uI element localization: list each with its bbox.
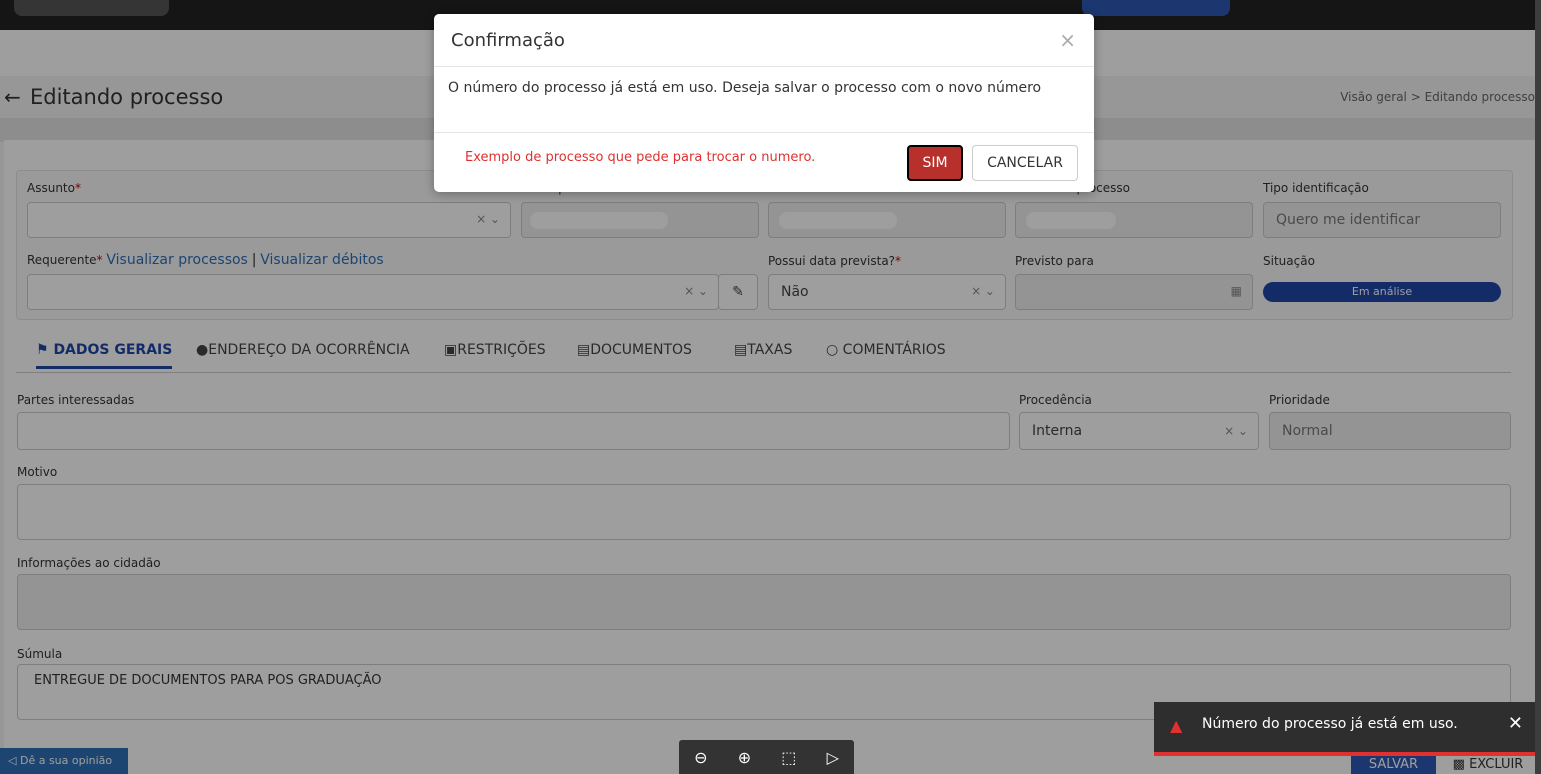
previsto-para-field: ▦ [1015, 274, 1253, 310]
feedback-button[interactable]: ◁ Dê a sua opinião [0, 748, 128, 774]
document-icon: ▤ [577, 342, 591, 358]
tab-restricoes[interactable]: ▣RESTRIÇÕES [444, 342, 546, 358]
user-menu-pill[interactable] [1082, 0, 1230, 16]
clear-chevron-icon[interactable]: × ⌄ [971, 284, 995, 298]
visualizar-debitos-link[interactable]: Visualizar débitos [260, 252, 383, 268]
situacao-label: Situação [1263, 254, 1315, 268]
requerente-label: Requerente* Visualizar processos | Visua… [27, 252, 384, 268]
data-prevista-value: Não [781, 284, 809, 300]
info-cidadao-textarea[interactable] [17, 574, 1511, 630]
zoom-toolbar: ⊖ ⊕ ⬚ ▷ [679, 740, 854, 774]
lock-icon: ▣ [444, 342, 458, 358]
edit-requerente-button[interactable]: ✎ [718, 274, 758, 310]
tab-comentarios[interactable]: ○ COMENTÁRIOS [826, 342, 946, 358]
warning-icon: ▲ [1170, 716, 1183, 735]
fit-screen-icon[interactable]: ⬚ [781, 748, 796, 767]
tipo-identificacao-field: Quero me identificar [1263, 202, 1501, 238]
prioridade-field: Normal [1269, 412, 1511, 450]
motivo-textarea[interactable] [17, 484, 1511, 540]
modal-message: O número do processo já está em uso. Des… [448, 80, 1042, 96]
tab-dados-gerais[interactable]: ⚑ DADOS GERAIS [36, 342, 173, 369]
classe-processo-field [1015, 202, 1253, 238]
tipo-identificacao-value: Quero me identificar [1276, 212, 1421, 228]
page-scrollbar[interactable] [1535, 0, 1541, 774]
redacted-value [779, 212, 897, 229]
page-title: Editando processo [30, 85, 224, 109]
save-button[interactable]: SALVAR [1351, 755, 1436, 774]
modal-title: Confirmação [451, 30, 565, 51]
cancel-button[interactable]: CANCELAR [972, 145, 1078, 181]
redacted-value [1026, 212, 1116, 229]
procedencia-select[interactable]: Interna × ⌄ [1019, 412, 1259, 450]
divider [434, 66, 1094, 67]
document-icon: ▤ [734, 342, 748, 358]
modal-note: Exemplo de processo que pede para trocar… [465, 150, 816, 165]
redacted-value [36, 212, 216, 229]
numero-processo-field[interactable] [521, 202, 759, 238]
divider [434, 132, 1094, 133]
data-prevista-label: Possui data prevista?* [768, 254, 902, 268]
assunto-select[interactable]: × ⌄ [27, 202, 511, 238]
confirmation-modal: Confirmação × O número do processo já es… [434, 14, 1094, 192]
presentation-icon[interactable]: ▷ [827, 748, 839, 767]
toast-message: Número do processo já está em uso. [1202, 716, 1458, 732]
status-badge: Em análise [1263, 282, 1501, 302]
clear-chevron-icon[interactable]: × ⌄ [684, 284, 708, 298]
info-cidadao-label: Informações ao cidadão [17, 556, 161, 570]
trash-icon: ▩ [1452, 757, 1465, 772]
close-icon[interactable]: ✕ [1508, 713, 1523, 734]
map-marker-icon: ● [196, 342, 209, 358]
comment-icon: ○ [826, 342, 839, 358]
link-separator: | [251, 252, 257, 268]
requerente-select[interactable]: × ⌄ [27, 274, 719, 310]
arrow-left-icon[interactable]: ← [4, 85, 21, 109]
partes-input[interactable] [17, 412, 1010, 450]
prioridade-label: Prioridade [1269, 393, 1330, 407]
procedencia-value: Interna [1032, 423, 1083, 439]
procedencia-label: Procedência [1019, 393, 1092, 407]
error-toast: ▲ Número do processo já está em uso. ✕ [1154, 702, 1535, 756]
tab-taxas[interactable]: ▤TAXAS [734, 342, 792, 358]
redacted-text [44, 44, 434, 56]
partes-label: Partes interessadas [17, 393, 135, 407]
tab-bar: ⚑ DADOS GERAIS ●ENDEREÇO DA OCORRÊNCIA ▣… [16, 336, 1511, 373]
calendar-icon: ▦ [1230, 284, 1242, 298]
clear-chevron-icon[interactable]: × ⌄ [1224, 424, 1248, 438]
sumula-label: Súmula [17, 647, 63, 661]
close-icon[interactable]: × [1059, 28, 1076, 52]
assunto-label: Assunto* [27, 181, 81, 195]
breadcrumb: Visão geral > Editando processo [1340, 90, 1535, 104]
motivo-label: Motivo [17, 465, 58, 479]
tipo-identificacao-label: Tipo identificação [1263, 181, 1369, 195]
redacted-value [530, 212, 668, 229]
visualizar-processos-link[interactable]: Visualizar processos [106, 252, 247, 268]
pencil-icon: ✎ [732, 284, 744, 300]
tab-documentos[interactable]: ▤DOCUMENTOS [577, 342, 692, 358]
redacted-value [36, 285, 356, 302]
clear-chevron-icon[interactable]: × ⌄ [476, 212, 500, 226]
previsto-para-label: Previsto para [1015, 254, 1094, 268]
zoom-in-icon[interactable]: ⊕ [738, 748, 751, 767]
delete-button[interactable]: ▩ EXCLUIR [1441, 755, 1535, 774]
data-prevista-select[interactable]: Não × ⌄ [768, 274, 1006, 310]
bookmark-icon: ⚑ [36, 342, 49, 358]
zoom-out-icon[interactable]: ⊖ [694, 748, 707, 767]
numero-unico-field [768, 202, 1006, 238]
confirm-button[interactable]: SIM [907, 145, 963, 181]
app-menu-pill[interactable] [14, 0, 169, 16]
prioridade-value: Normal [1282, 423, 1333, 439]
tab-endereco-ocorrencia[interactable]: ●ENDEREÇO DA OCORRÊNCIA [196, 342, 410, 358]
